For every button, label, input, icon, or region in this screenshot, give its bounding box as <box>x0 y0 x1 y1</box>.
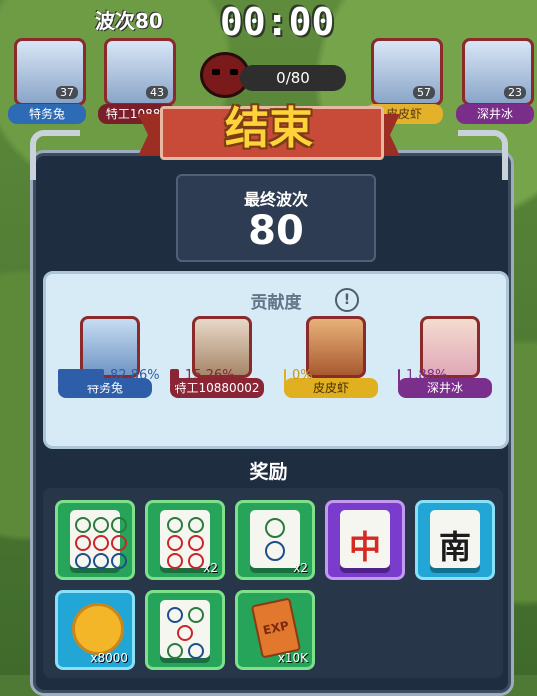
reward-item-4[interactable]: 中 <box>325 500 405 580</box>
reward-item-2[interactable]: x2 <box>145 500 225 580</box>
contribution-bar <box>170 369 179 385</box>
result-title: 结束 <box>225 103 313 154</box>
reward-qty: x10K <box>277 651 308 665</box>
contribution-bar <box>284 369 286 385</box>
contribution-percent: 1.88% <box>406 368 448 383</box>
contribution-panel: 贡献度 ! 特务兔 特工10880002 皮皮虾 深井冰 82.86% 15.2… <box>43 271 509 449</box>
mahjong-south-wind-icon: 南 <box>430 510 480 568</box>
contribution-bar <box>398 369 400 385</box>
player-level: 23 <box>504 86 526 99</box>
player-name: 特务兔 <box>8 104 86 124</box>
panel-pipe-left <box>30 130 80 180</box>
reward-item-3[interactable]: x2 <box>235 500 315 580</box>
gold-coin-icon <box>72 603 124 655</box>
tile-glyph: 南 <box>438 528 471 566</box>
rewards-panel: x2 x2 中 南 x8000 EXP x10K <box>43 488 503 678</box>
final-wave-value: 80 <box>248 208 304 254</box>
contribution-bar <box>58 369 104 385</box>
contribution-percent: 0% <box>292 368 313 383</box>
player-level: 37 <box>56 86 78 99</box>
player-name: 深井冰 <box>456 104 534 124</box>
top-hud: 波次80 00:00 <box>0 0 537 44</box>
exp-book-icon: EXP <box>250 597 302 659</box>
reward-qty: x8000 <box>90 651 128 665</box>
top-player-4[interactable]: 23 深井冰 <box>456 38 534 128</box>
mahjong-red-dragon-icon: 中 <box>340 510 390 568</box>
mahjong-5-circles-icon <box>160 600 210 659</box>
reward-item-7[interactable] <box>145 590 225 670</box>
reward-item-5[interactable]: 南 <box>415 500 495 580</box>
reward-item-1[interactable] <box>55 500 135 580</box>
info-icon[interactable]: ! <box>335 288 359 312</box>
mahjong-6-circles-icon <box>160 510 210 569</box>
reward-qty: x2 <box>293 561 308 575</box>
rewards-title: 奖励 <box>249 461 288 483</box>
panel-pipe-right <box>458 130 508 180</box>
result-banner: 结束 <box>138 102 400 162</box>
mahjong-2-circles-icon <box>250 510 300 568</box>
player-level: 57 <box>413 86 435 99</box>
final-wave-label: 最终波次 <box>243 190 308 209</box>
mahjong-9-circles-icon <box>70 510 127 569</box>
tile-glyph: 中 <box>348 528 381 566</box>
countdown-timer: 00:00 <box>220 0 335 44</box>
contribution-percent: 15.26% <box>185 368 235 383</box>
kill-progress: 0/80 <box>240 65 346 91</box>
wave-indicator: 波次80 <box>95 9 163 33</box>
reward-item-6[interactable]: x8000 <box>55 590 135 670</box>
reward-qty: x2 <box>203 561 218 575</box>
reward-item-8[interactable]: EXP x10K <box>235 590 315 670</box>
contribution-percent: 82.86% <box>110 368 160 383</box>
contribution-title: 贡献度 <box>250 293 302 313</box>
avatar <box>306 316 366 378</box>
top-player-1[interactable]: 37 特务兔 <box>8 38 86 128</box>
final-wave-box: 最终波次 80 <box>176 174 376 262</box>
